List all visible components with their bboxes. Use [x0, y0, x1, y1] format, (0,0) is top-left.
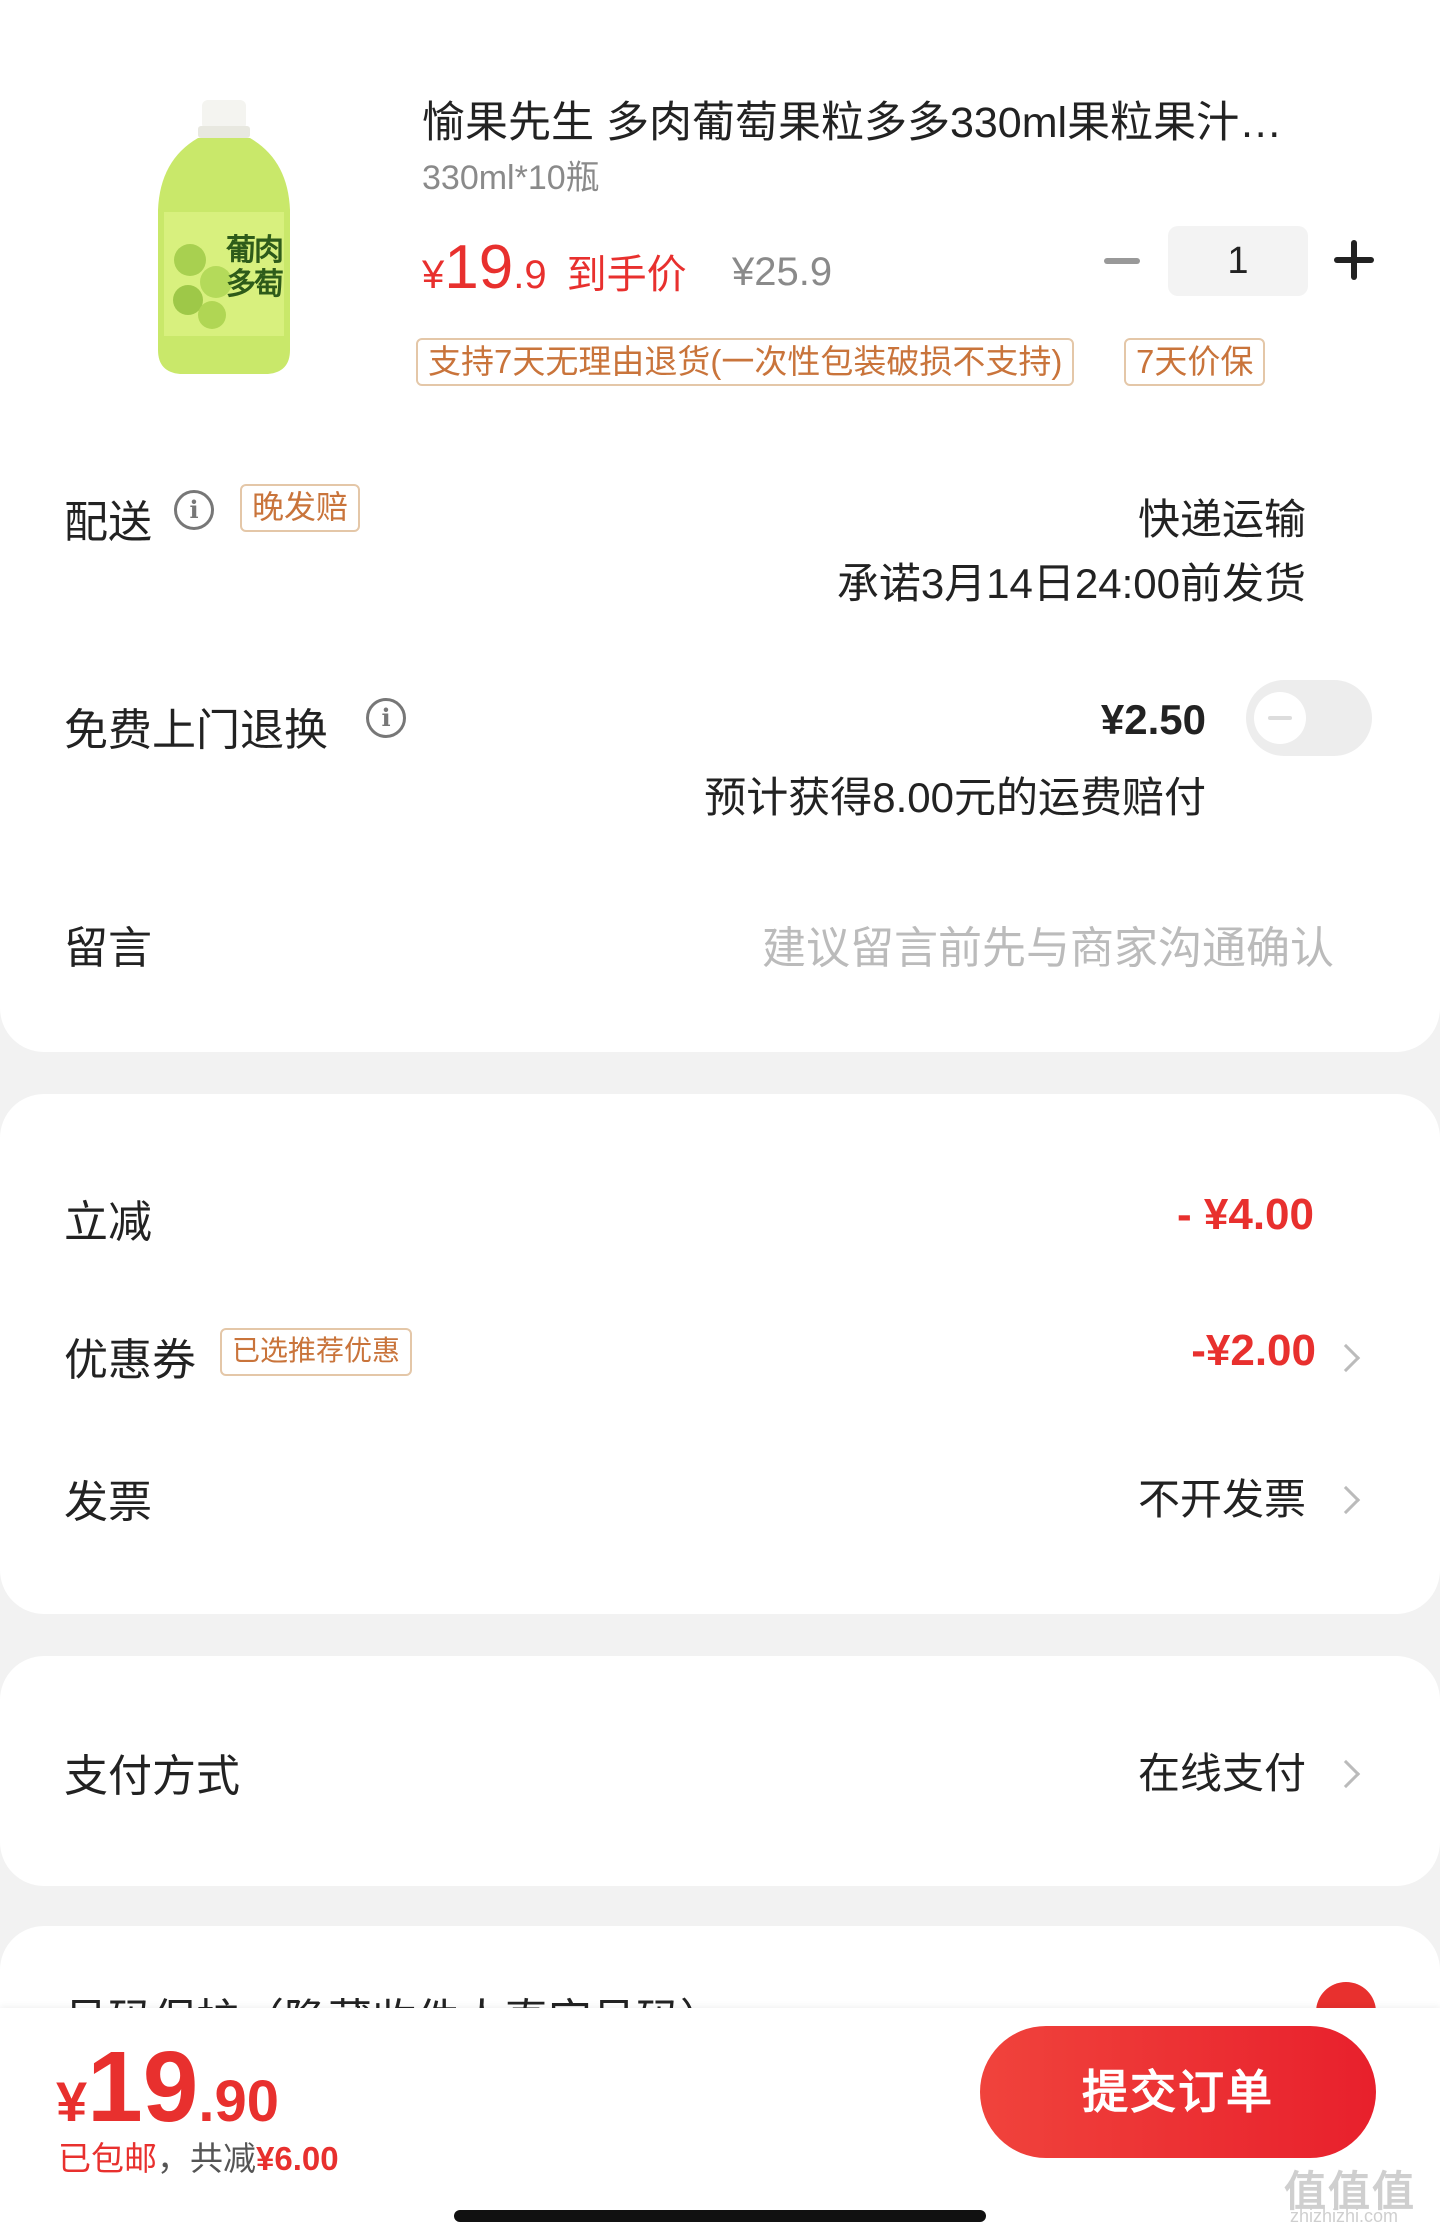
- total-currency: ¥: [56, 2070, 88, 2133]
- quantity-input[interactable]: 1: [1168, 226, 1308, 296]
- payment-method-label[interactable]: 支付方式: [64, 1740, 240, 1804]
- free-shipping-text: 已包邮: [58, 2140, 157, 2177]
- summary-separator: ，: [157, 2140, 190, 2177]
- free-return-label: 免费上门退换: [64, 706, 328, 755]
- invoice-value[interactable]: 不开发票: [1138, 1466, 1306, 1527]
- coupon-value[interactable]: -¥2.00: [1191, 1326, 1316, 1376]
- toggle-knob: [1254, 692, 1306, 744]
- late-ship-compensation-tag: 晚发赔: [240, 484, 361, 532]
- quantity-minus-button[interactable]: [1104, 258, 1140, 264]
- saved-amount: ¥6.00: [256, 2140, 339, 2177]
- invoice-chevron-icon[interactable]: [1331, 1485, 1361, 1515]
- total-integer: 19: [87, 2031, 199, 2143]
- delivery-info-icon[interactable]: i: [174, 490, 214, 530]
- free-return-toggle[interactable]: [1246, 680, 1372, 756]
- product-price: ¥ 19 .9 到手价: [422, 232, 687, 303]
- instant-discount-value: - ¥4.00: [1177, 1190, 1314, 1239]
- return-policy-badge: 支持7天无理由退货(一次性包装破损不支持): [416, 338, 1075, 386]
- quantity-plus-button[interactable]: [1334, 240, 1374, 280]
- discount-card: 立减 - ¥4.00 优惠券 已选推荐优惠 -¥2.00 发票 不开发票: [0, 1094, 1440, 1614]
- free-return-note: 预计获得8.00元的运费赔付: [704, 774, 1206, 821]
- home-indicator[interactable]: [454, 2210, 986, 2222]
- payment-card: 支付方式 在线支付: [0, 1656, 1440, 1886]
- free-return-price: ¥2.50: [1100, 696, 1206, 743]
- price-currency: ¥: [422, 253, 445, 297]
- svg-text:肉: 肉: [254, 233, 284, 268]
- checkout-bar: ¥ 19 .90 已包邮，共减¥6.00 提交订单 值值值 zhizhizhi.…: [0, 2008, 1440, 2235]
- original-price: ¥25.9: [732, 250, 833, 294]
- svg-text:葡: 葡: [226, 233, 256, 268]
- svg-text:萄: 萄: [254, 267, 284, 302]
- product-title[interactable]: 愉果先生 多肉葡萄果粒多多330ml果粒果汁…: [422, 88, 1352, 150]
- price-tag: 到手价: [566, 253, 687, 297]
- coupon-label[interactable]: 优惠券: [64, 1324, 196, 1388]
- price-protect-badge: 7天价保: [1124, 338, 1266, 386]
- svg-text:多: 多: [226, 267, 256, 302]
- total-decimal: .90: [198, 2069, 280, 2134]
- message-label: 留言: [64, 924, 152, 973]
- coupon-chevron-icon[interactable]: [1331, 1343, 1361, 1373]
- product-image[interactable]: 葡 肉 多 萄: [150, 100, 298, 380]
- free-return-info-icon[interactable]: i: [366, 698, 406, 738]
- product-spec: 330ml*10瓶: [422, 159, 600, 197]
- payment-method-value[interactable]: 在线支付: [1138, 1740, 1306, 1801]
- delivery-label: 配送: [64, 498, 152, 547]
- invoice-label[interactable]: 发票: [64, 1466, 152, 1530]
- price-integer: 19: [444, 233, 514, 302]
- saved-prefix: 共减: [190, 2140, 256, 2177]
- delivery-promise: 承诺3月14日24:00前发货: [836, 560, 1306, 607]
- message-input[interactable]: 建议留言前先与商家沟通确认: [762, 912, 1334, 976]
- order-main-card: 葡 肉 多 萄 愉果先生 多肉葡萄果粒多多330ml果粒果汁… 330ml*10…: [0, 0, 1440, 1052]
- instant-discount-label: 立减: [64, 1198, 152, 1247]
- payment-chevron-icon[interactable]: [1331, 1759, 1361, 1789]
- delivery-method: 快递运输: [1137, 496, 1306, 543]
- coupon-recommended-tag: 已选推荐优惠: [220, 1328, 413, 1376]
- price-decimal: .9: [513, 253, 547, 297]
- total-summary: 已包邮，共减¥6.00: [58, 2132, 339, 2180]
- submit-order-button[interactable]: 提交订单: [980, 2026, 1376, 2158]
- watermark-url: zhizhizhi.com: [1290, 2206, 1399, 2226]
- total-price: ¥ 19 .90: [56, 2030, 279, 2145]
